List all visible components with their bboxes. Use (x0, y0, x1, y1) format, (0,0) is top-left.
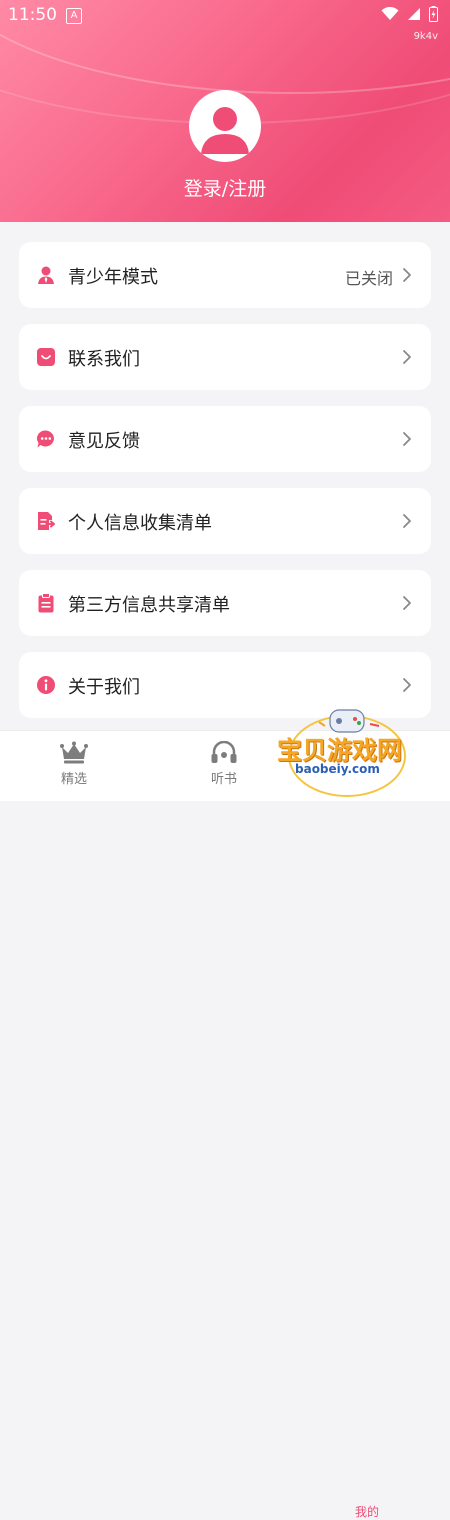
menu-item-label: 关于我们 (68, 677, 140, 698)
battery-icon (429, 6, 438, 22)
default-avatar-icon (201, 107, 249, 154)
headphones-icon (211, 741, 237, 763)
menu-item-personal-info-list[interactable]: 个人信息收集清单 (19, 488, 431, 554)
menu-item-feedback[interactable]: 意见反馈 (19, 406, 431, 472)
menu-item-youth-mode[interactable]: 青少年模式 已关闭 (19, 242, 431, 308)
menu-item-label: 个人信息收集清单 (68, 513, 212, 534)
avatar[interactable] (189, 90, 261, 162)
menu-item-label: 第三方信息共享清单 (68, 595, 230, 616)
chevron-right-icon (403, 350, 411, 364)
chevron-right-icon (403, 596, 411, 610)
menu-item-label: 青少年模式 (68, 267, 158, 288)
status-tag: 9k4v (413, 31, 438, 42)
signal-icon (408, 8, 420, 20)
status-time: 11:50 (8, 5, 57, 25)
status-icons (381, 6, 438, 22)
profile-header: 11:50 A 9k4v 登录/注册 (0, 0, 450, 222)
menu-item-contact-us[interactable]: 联系我们 (19, 324, 431, 390)
chat-bubble-icon (37, 348, 55, 366)
chevron-right-icon (403, 678, 411, 692)
chevron-right-icon (403, 514, 411, 528)
clipboard-icon (38, 593, 54, 613)
chevron-right-icon (403, 432, 411, 446)
status-bar: 11:50 A 9k4v (0, 0, 450, 42)
youth-mode-status: 已关闭 (344, 269, 393, 288)
crown-icon (60, 741, 88, 764)
tab-mine-label[interactable]: 我的 (355, 1503, 379, 1520)
chevron-right-icon (403, 268, 411, 282)
status-notification-badge: A (66, 8, 82, 24)
menu-item-third-party-sharing-list[interactable]: 第三方信息共享清单 (19, 570, 431, 636)
message-dots-icon (37, 430, 54, 448)
watermark-url: baobeiy.com (295, 762, 380, 776)
person-tie-icon (38, 266, 54, 284)
wifi-icon (381, 7, 399, 20)
document-export-icon (38, 512, 55, 530)
tab-label: 精选 (60, 772, 87, 787)
tab-audiobooks[interactable]: 听书 (184, 737, 264, 787)
tab-label: 听书 (210, 772, 237, 787)
login-register-link[interactable]: 登录/注册 (0, 174, 450, 201)
menu-item-label: 意见反馈 (68, 431, 140, 452)
menu-item-label: 联系我们 (68, 349, 140, 370)
info-icon (37, 676, 55, 694)
tab-featured[interactable]: 精选 (34, 737, 114, 787)
